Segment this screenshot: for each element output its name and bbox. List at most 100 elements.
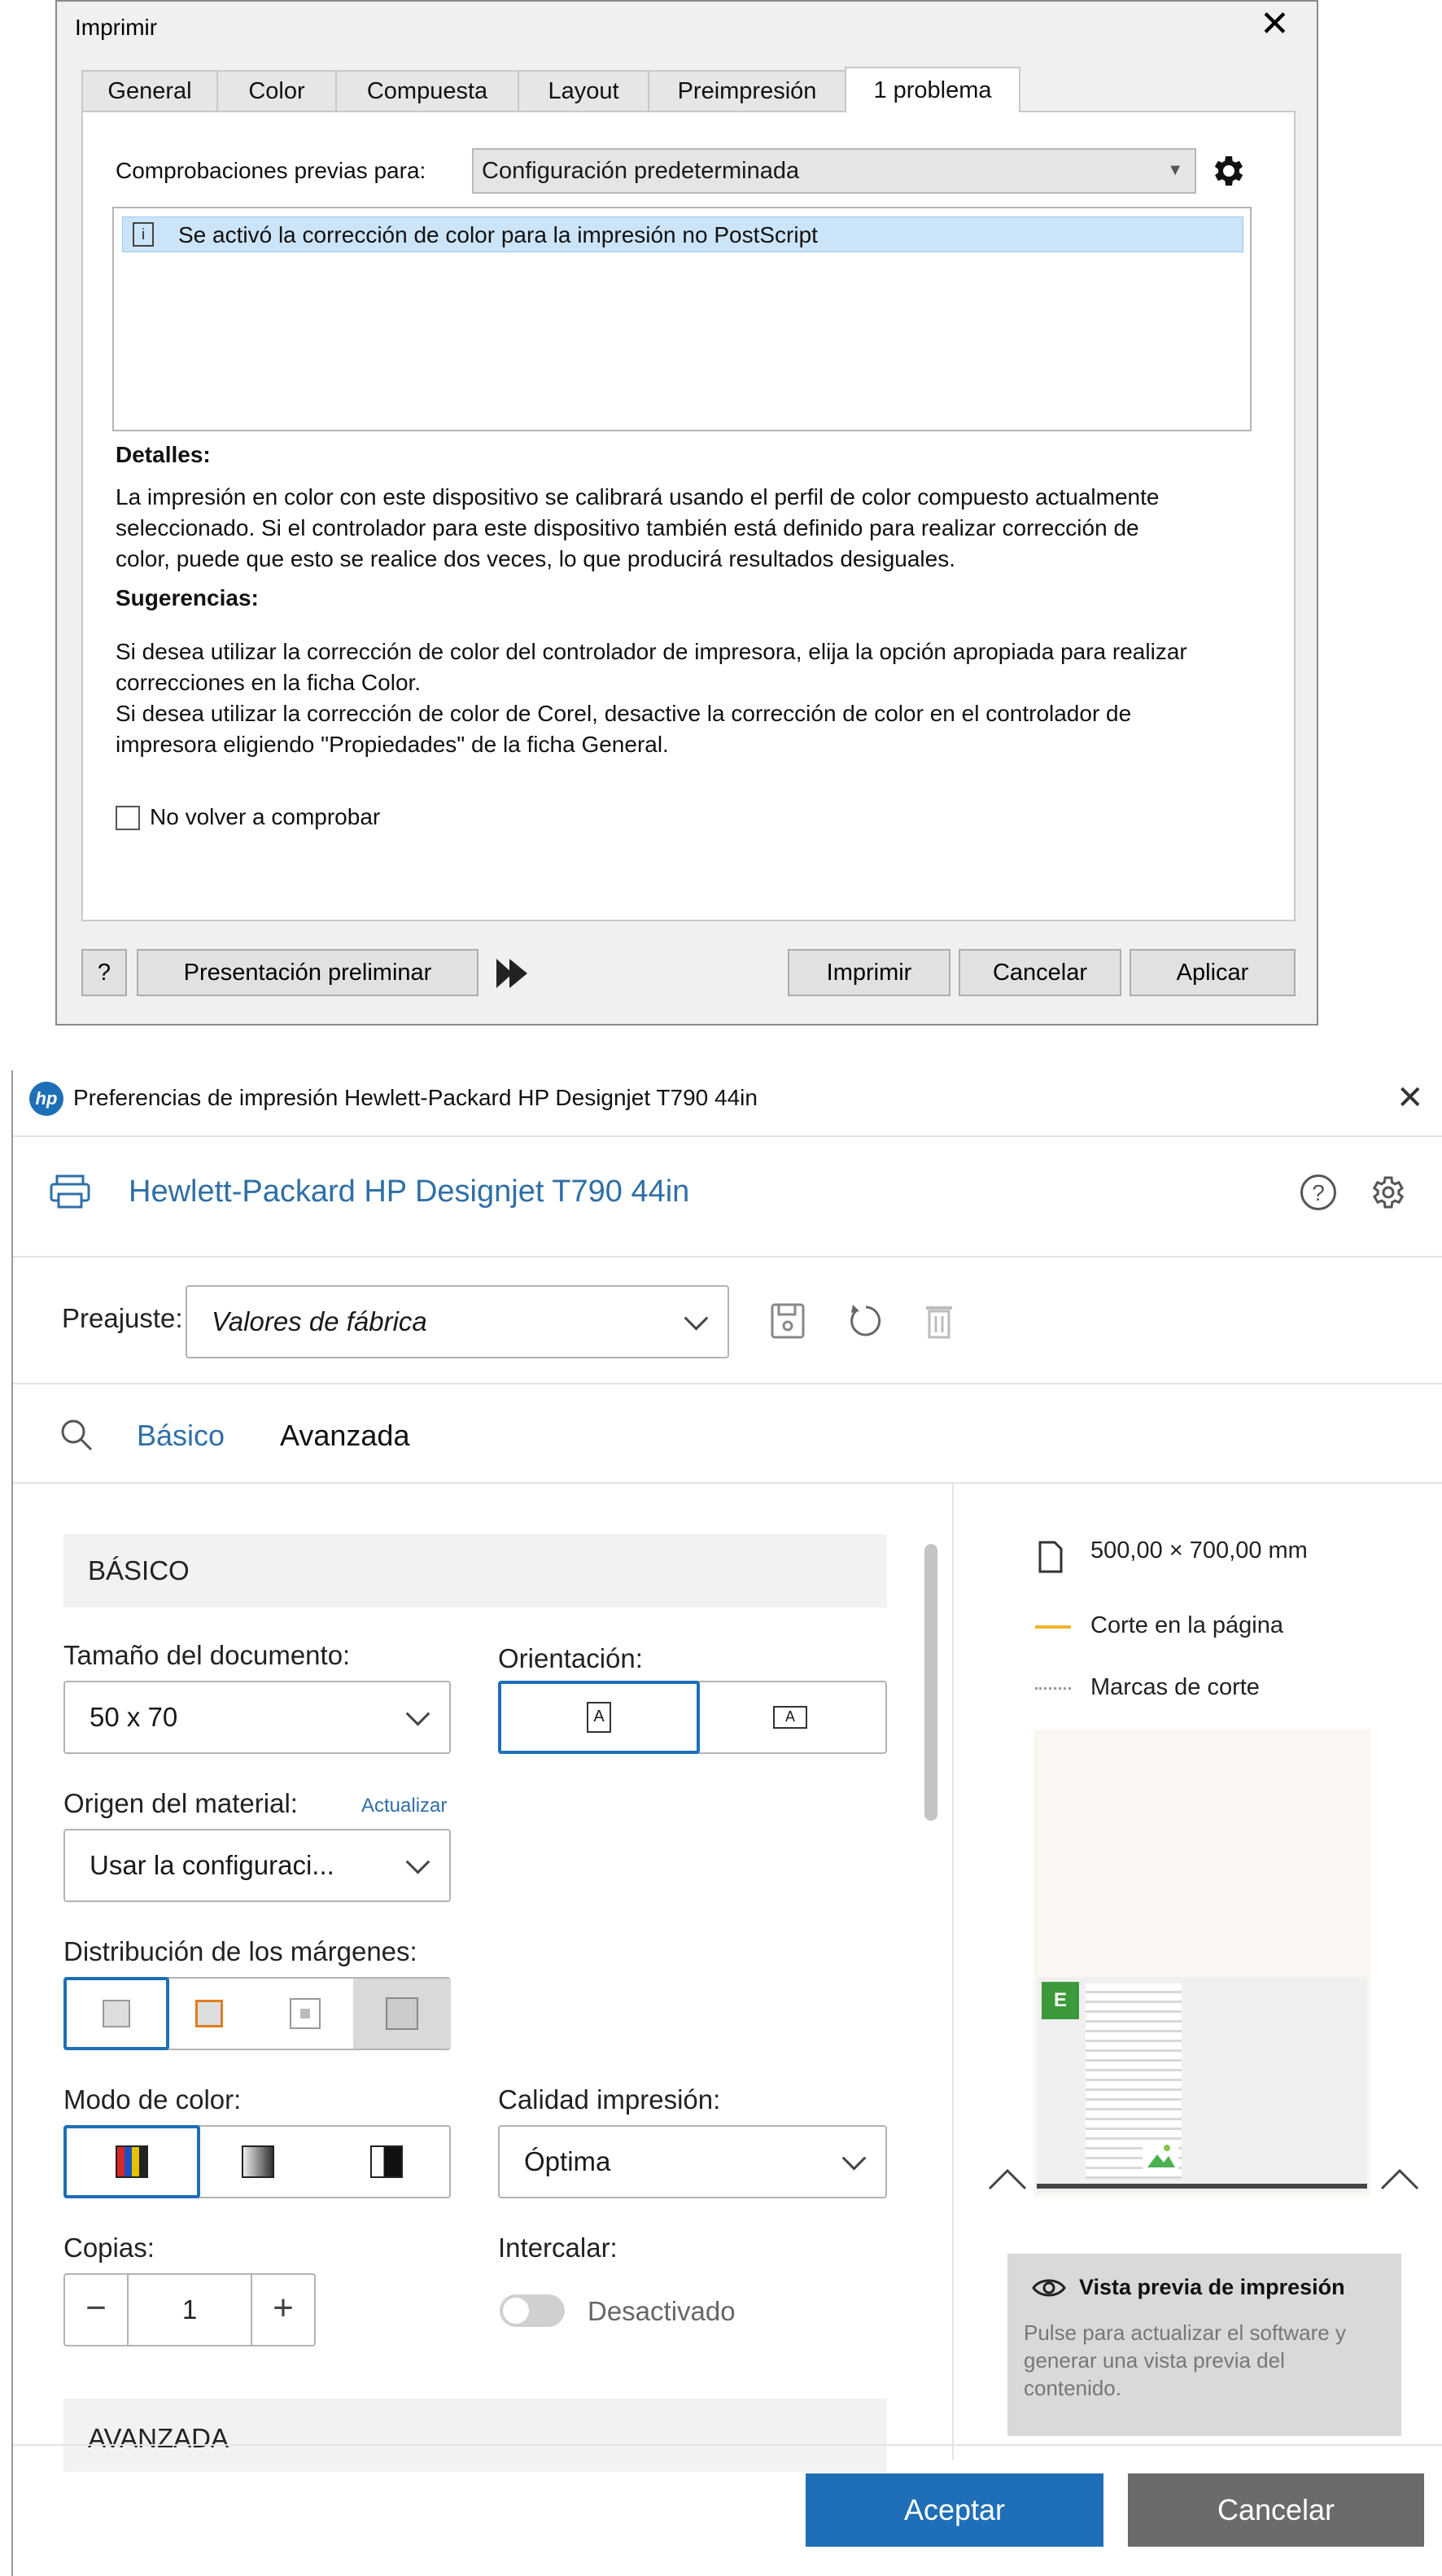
preview-card-line: generar una vista previa del <box>1024 2348 1285 2373</box>
chevron-up-right-icon[interactable] <box>1379 2167 1421 2192</box>
cancel-button[interactable]: Cancelar <box>1128 2473 1424 2547</box>
print-dialog: Imprimir ✕ General Color Compuesta Layou… <box>55 0 1318 1026</box>
grayscale-option[interactable] <box>194 2127 322 2197</box>
hp-preferences-dialog: hp Preferencias de impresión Hewlett-Pac… <box>11 1070 1442 2576</box>
paper-size: 500,00 × 700,00 mm <box>1090 1537 1308 1564</box>
color-option[interactable] <box>63 2125 200 2198</box>
update-link[interactable]: Actualizar <box>361 1795 447 1817</box>
quality-select[interactable]: Óptima <box>498 2125 887 2198</box>
dialog-title: Imprimir <box>75 15 158 40</box>
minus-icon[interactable]: − <box>65 2275 129 2345</box>
margins-label: Distribución de los márgenes: <box>63 1936 417 1966</box>
toggle-knob <box>503 2298 529 2324</box>
monochrome-option[interactable] <box>322 2127 451 2197</box>
dont-check-checkbox[interactable] <box>116 806 140 830</box>
reset-icon[interactable] <box>846 1301 885 1340</box>
plus-icon[interactable]: + <box>251 2275 314 2345</box>
margin-option-clip[interactable] <box>161 1979 257 2049</box>
legend-marks: Marcas de corte <box>1090 1674 1260 1700</box>
collate-toggle[interactable] <box>500 2294 565 2327</box>
delete-icon[interactable] <box>923 1301 955 1340</box>
margin-borderless-icon <box>386 1997 418 2030</box>
dont-check-label[interactable]: No volver a comprobar <box>150 804 380 830</box>
suggestions-text: Si desea utilizar la corrección de color… <box>116 636 1287 760</box>
suggestions-heading: Sugerencias: <box>116 585 259 610</box>
tab-advanced[interactable]: Avanzada <box>280 1419 409 1453</box>
landscape-option[interactable]: A <box>693 1682 887 1752</box>
media-source-select[interactable]: Usar la configuraci... <box>63 1829 451 1902</box>
portrait-option[interactable]: A <box>498 1681 700 1754</box>
apply-button[interactable]: Aplicar <box>1130 949 1296 996</box>
chevron-up-left-icon[interactable] <box>986 2167 1029 2192</box>
tab-general[interactable]: General <box>81 70 218 111</box>
preset-label: Preajuste: <box>62 1303 183 1333</box>
preset-select[interactable]: Valores de fábrica <box>186 1285 729 1358</box>
suggestion-line: Si desea utilizar la corrección de color… <box>116 701 1132 726</box>
print-button[interactable]: Imprimir <box>788 949 950 996</box>
preview-roll-edge <box>1037 2184 1367 2189</box>
preflight-value: Configuración predeterminada <box>482 157 800 184</box>
hp-logo-icon: hp <box>29 1082 63 1116</box>
preview-card-line: contenido. <box>1024 2376 1121 2400</box>
portrait-icon: A <box>587 1702 611 1733</box>
divider <box>13 1135 1442 1137</box>
close-icon[interactable]: ✕ <box>1260 7 1290 42</box>
divider <box>13 1383 1442 1384</box>
margin-option-standard[interactable] <box>63 1977 169 2050</box>
quality-label: Calidad impresión: <box>498 2084 721 2115</box>
save-preset-icon[interactable] <box>770 1301 806 1340</box>
details-heading: Detalles: <box>116 442 211 467</box>
chevron-down-icon <box>684 1305 709 1331</box>
tab-layout[interactable]: Layout <box>518 70 649 111</box>
dropdown-arrow-icon: ▼ <box>1167 161 1183 179</box>
media-source-value: Usar la configuraci... <box>90 1850 334 1880</box>
search-icon[interactable] <box>59 1417 94 1453</box>
play-forward-icon[interactable] <box>495 957 531 990</box>
settings-gear-icon[interactable] <box>1367 1173 1406 1212</box>
divider <box>13 1256 1442 1257</box>
column-divider <box>952 1484 954 2460</box>
details-line: color, puede que esto se realice dos vec… <box>116 546 955 571</box>
cancel-button[interactable]: Cancelar <box>959 949 1121 996</box>
divider <box>13 1482 1442 1484</box>
print-preview-card[interactable]: Vista previa de impresión Pulse para act… <box>1007 2254 1401 2436</box>
suggestion-line: Si desea utilizar la corrección de color… <box>116 639 1187 664</box>
margin-option-borderless[interactable] <box>353 1979 451 2049</box>
color-mode-label: Modo de color: <box>63 2084 242 2115</box>
tab-preimpresion[interactable]: Preimpresión <box>648 70 846 111</box>
issue-text: Se activó la corrección de color para la… <box>178 222 818 247</box>
printer-icon <box>49 1174 91 1209</box>
scrollbar-thumb[interactable] <box>924 1544 937 1821</box>
tab-color[interactable]: Color <box>216 70 337 111</box>
doc-size-select[interactable]: 50 x 70 <box>63 1681 451 1754</box>
orientation-label: Orientación: <box>498 1643 643 1673</box>
gear-icon[interactable] <box>1208 151 1247 190</box>
close-icon[interactable]: ✕ <box>1396 1080 1424 1116</box>
preflight-select[interactable]: Configuración predeterminada ▼ <box>472 148 1196 194</box>
margin-option-oversize[interactable] <box>257 1979 353 2049</box>
page-preview: E <box>1033 1730 1370 2197</box>
margins-toggle <box>63 1977 451 2050</box>
monochrome-icon <box>370 2145 403 2178</box>
media-source-label: Origen del material: <box>63 1788 298 1818</box>
copies-label: Copias: <box>63 2233 155 2263</box>
doc-size-value: 50 x 70 <box>90 1702 178 1732</box>
preview-document: E <box>1037 1977 1367 2192</box>
section-title: AVANZADA <box>88 2423 229 2453</box>
details-line: seleccionado. Si el controlador para est… <box>116 515 1139 540</box>
help-button[interactable]: ? <box>81 949 127 996</box>
accept-button[interactable]: Aceptar <box>806 2473 1103 2547</box>
preview-button[interactable]: Presentación preliminar <box>137 949 478 996</box>
list-item[interactable]: i Se activó la corrección de color para … <box>122 216 1243 252</box>
help-icon[interactable]: ? <box>1300 1174 1336 1210</box>
tab-basic[interactable]: Básico <box>137 1419 225 1453</box>
preview-badge: E <box>1042 1982 1079 2019</box>
tab-compuesta[interactable]: Compuesta <box>335 70 519 111</box>
tab-problems[interactable]: 1 problema <box>845 67 1020 112</box>
copies-value[interactable]: 1 <box>130 2275 249 2345</box>
orientation-toggle: A A <box>498 1681 887 1754</box>
margin-clip-icon <box>195 2000 223 2027</box>
grayscale-icon <box>242 2145 274 2178</box>
window-title: Preferencias de impresión Hewlett-Packar… <box>73 1085 758 1110</box>
quality-value: Óptima <box>524 2146 611 2176</box>
